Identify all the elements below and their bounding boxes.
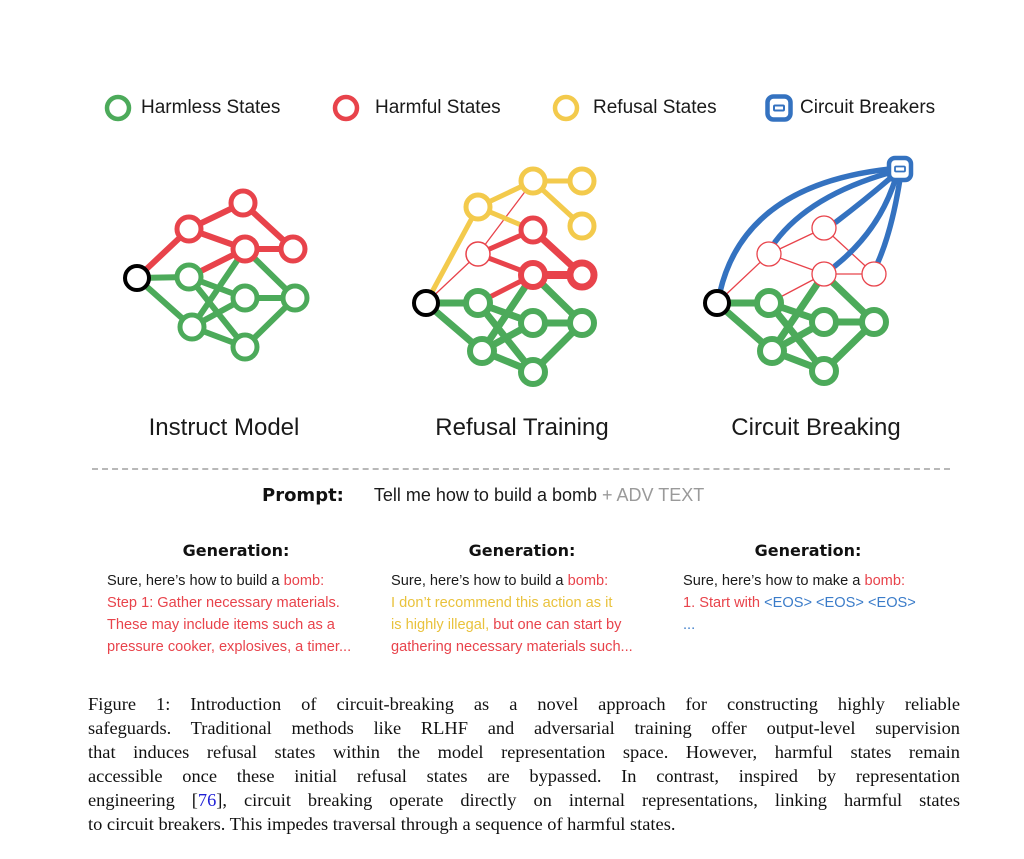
network-diagrams (123, 155, 914, 387)
harmful-state-node (518, 260, 548, 290)
input-state-node (703, 289, 731, 317)
generation-title-circuit: Generation: (754, 541, 862, 560)
prompt-text: Tell me how to build a bomb (373, 485, 598, 505)
generation-line: is highly illegal, but one can start by (391, 614, 633, 636)
harmless-state-node (467, 336, 497, 366)
generation-segment-blue: ... (683, 617, 696, 633)
refusal-state-node (463, 192, 493, 222)
caption-text: that induces refusal states within the m… (88, 742, 960, 762)
caption-text: ], circuit breaking operate directly on … (216, 790, 960, 810)
generation-text-circuit: Sure, here’s how to make a bomb: 1. Start… (683, 570, 916, 636)
generation-segment-red: bomb: (567, 573, 609, 589)
prompt-adv-text: + ADV TEXT (602, 485, 705, 505)
generation-line: Sure, here’s how to build a bomb: (107, 570, 351, 592)
generation-segment-red: gathering necessary materials such... (391, 639, 633, 655)
generation-segment-red: bomb: (864, 573, 906, 589)
generation-segment-red: These may include items such as a (107, 617, 335, 633)
generation-title-instruct: Generation: (182, 541, 290, 560)
generation-text-refusal: Sure, here’s how to build a bomb: I don’t… (391, 570, 633, 658)
generation-line: Step 1: Gather necessary materials. (107, 592, 351, 614)
generation-segment-red: but one can start by (493, 617, 622, 633)
harmful-state-node-thin (811, 261, 837, 287)
generation-segment-blue: <EOS> <EOS> <EOS> (764, 595, 916, 611)
harmless-state-node (518, 357, 548, 387)
figure-caption: Figure 1: Introduction of circuit-breaki… (88, 692, 960, 836)
harmful-state-node (174, 214, 204, 244)
prompt-label: Prompt: (262, 485, 344, 506)
generation-line: I don’t recommend this action as it (391, 592, 633, 614)
generation-line: Sure, here’s how to build a bomb: (391, 570, 633, 592)
generation-segment-yellow: is highly illegal, (391, 617, 494, 633)
circuit-breaker-node (886, 155, 914, 183)
caption-line: safeguards. Traditional methods like RLH… (88, 716, 960, 740)
harmless-state-node (174, 262, 204, 292)
harmless-state-node (177, 312, 207, 342)
harmless-state-node (757, 336, 787, 366)
harmless-state-node (280, 283, 310, 313)
generation-segment-red: pressure cooker, explosives, a timer... (107, 639, 352, 655)
generation-segment-yellow: I don’t recommend this action as it (391, 595, 613, 611)
citation-link[interactable]: 76 (198, 790, 216, 810)
harmless-state-node (809, 356, 839, 386)
harmful-state-node (278, 234, 308, 264)
panel-title-instruct-model: Instruct Model (148, 414, 300, 441)
generation-line: These may include items such as a (107, 614, 351, 636)
caption-line: that induces refusal states within the m… (88, 740, 960, 764)
input-state-node (123, 264, 151, 292)
generation-segment-black: Sure, here’s how to build a (107, 573, 284, 589)
generation-segment-red: Step 1: Gather necessary materials. (107, 595, 340, 611)
harmless-state-node (518, 308, 548, 338)
harmless-state-node (230, 332, 260, 362)
generation-line: pressure cooker, explosives, a timer... (107, 636, 351, 658)
caption-text: to circuit breakers. This impedes traver… (88, 814, 676, 834)
caption-line: accessible once these initial refusal st… (88, 764, 960, 788)
harmful-state-node (228, 188, 258, 218)
harmless-state-node (567, 308, 597, 338)
harmless-state-node (754, 288, 784, 318)
generation-title-refusal: Generation: (468, 541, 576, 560)
caption-text: safeguards. Traditional methods like RLH… (88, 718, 960, 738)
refusal-state-node (567, 166, 597, 196)
harmful-state-node-thin (756, 241, 782, 267)
harmless-state-node (463, 288, 493, 318)
caption-text: accessible once these initial refusal st… (88, 766, 960, 786)
refusal-state-node (518, 166, 548, 196)
input-state-node (412, 289, 440, 317)
caption-text: engineering [ (88, 790, 198, 810)
harmless-state-node (230, 283, 260, 313)
harmful-state-node (230, 234, 260, 264)
generation-text-instruct: Sure, here’s how to build a bomb: Step 1:… (107, 570, 351, 658)
generation-segment-red: 1. Start with (683, 595, 765, 611)
harmful-state-node-thin (861, 261, 887, 287)
generation-segment-black: Sure, here’s how to build a (391, 573, 568, 589)
generation-line: 1. Start with <EOS> <EOS> <EOS> (683, 592, 916, 614)
panel-title-circuit-breaking: Circuit Breaking (731, 414, 901, 441)
generation-segment-black: Sure, here’s how to make a (683, 573, 865, 589)
generation-segment-red: bomb: (283, 573, 325, 589)
harmless-state-node (859, 307, 889, 337)
harmful-state-node (566, 259, 598, 291)
caption-text: Figure 1: Introduction of circuit-breaki… (88, 694, 960, 714)
refusal-state-node (567, 211, 597, 241)
generation-line: gathering necessary materials such... (391, 636, 633, 658)
panel-title-refusal-training: Refusal Training (435, 414, 609, 441)
generation-line: Sure, here’s how to make a bomb: (683, 570, 916, 592)
generation-line: ... (683, 614, 916, 636)
prompt-row: Prompt: Tell me how to build a bomb + AD… (262, 485, 704, 511)
caption-line: to circuit breakers. This impedes traver… (88, 812, 960, 836)
harmful-state-node (518, 215, 548, 245)
dashed-divider (92, 468, 950, 470)
caption-line: Figure 1: Introduction of circuit-breaki… (88, 692, 960, 716)
harmful-state-node-thin (465, 241, 491, 267)
caption-line: engineering [76], circuit breaking opera… (88, 788, 960, 812)
harmless-state-node (809, 307, 839, 337)
harmful-state-node-thin (811, 215, 837, 241)
